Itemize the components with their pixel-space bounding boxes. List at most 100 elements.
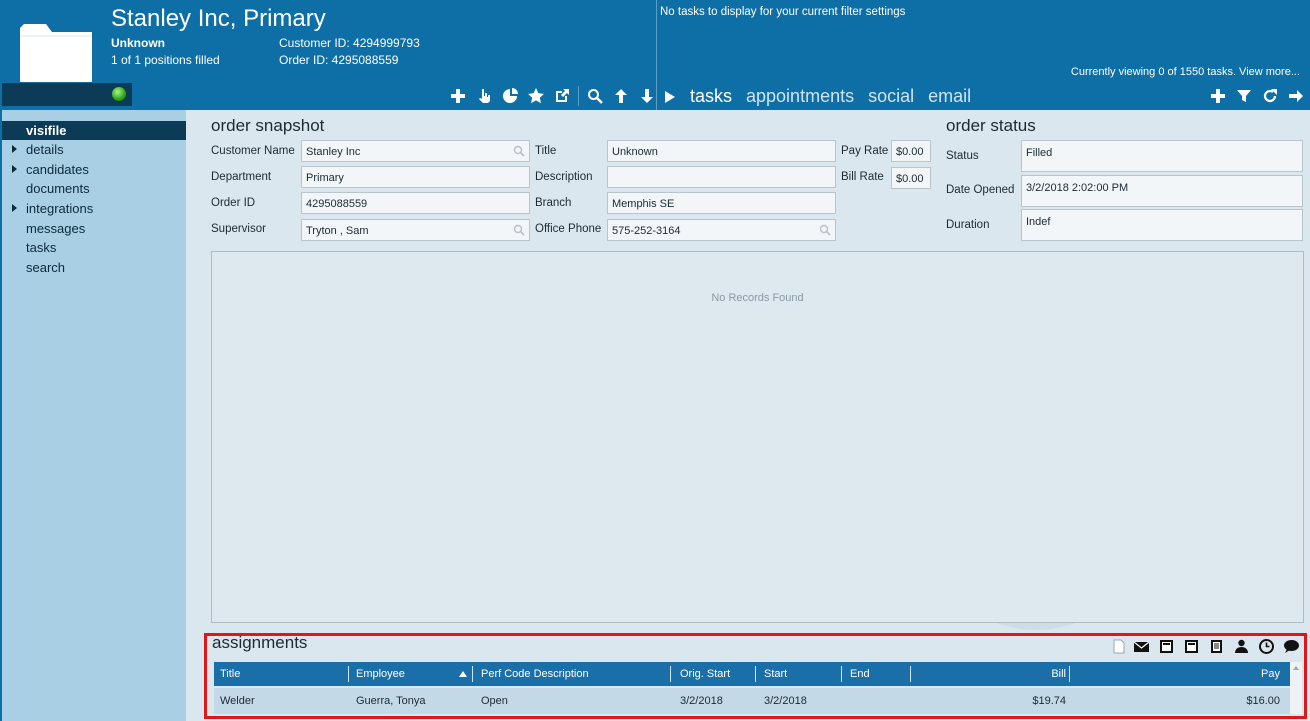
person-icon[interactable] (1233, 639, 1250, 654)
column-separator (670, 666, 671, 682)
date-opened-field[interactable]: 3/2/2018 2:02:00 PM (1021, 175, 1303, 207)
task-count-link[interactable]: Currently viewing 0 of 1550 tasks. View … (1071, 66, 1300, 78)
branch-field[interactable]: Memphis SE (607, 192, 836, 214)
supervisor-field[interactable]: Tryton , Sam (301, 219, 530, 241)
sidebar-item-visifile[interactable]: visifile (2, 121, 186, 140)
cell-perf-code: Open (481, 695, 508, 707)
sidebar-item-documents[interactable]: documents (2, 179, 186, 198)
tab-email[interactable]: email (928, 86, 971, 107)
sidebar-item-candidates[interactable]: candidates (2, 160, 186, 179)
tab-appointments[interactable]: appointments (746, 86, 854, 107)
pay-rate-field[interactable]: $0.00 (891, 140, 931, 162)
play-icon[interactable] (664, 90, 676, 104)
column-separator (841, 666, 842, 682)
col-perf-code-header[interactable]: Perf Code Description (481, 662, 589, 686)
office-phone-field[interactable]: 575-252-3164 (607, 219, 836, 241)
refresh-icon[interactable] (1260, 86, 1280, 106)
hand-pointer-icon[interactable] (474, 86, 494, 106)
col-start-header[interactable]: Start (764, 662, 787, 686)
department-label: Department (211, 171, 272, 183)
document-icon[interactable] (1113, 639, 1125, 654)
cell-orig-start: 3/2/2018 (680, 695, 723, 707)
status-field[interactable]: Filled (1021, 140, 1303, 172)
lookup-search-icon[interactable] (513, 145, 525, 157)
assignments-grid-header: Title Employee Perf Code Description Ori… (214, 662, 1290, 686)
status-label: Status (946, 150, 979, 162)
cell-employee: Guerra, Tonya (356, 695, 426, 707)
cell-start: 3/2/2018 (764, 695, 807, 707)
branch-label: Branch (535, 197, 572, 209)
sidebar-item-search[interactable]: search (2, 258, 186, 277)
header-bar: Stanley Inc, Primary Unknown 1 of 1 posi… (0, 0, 1310, 110)
col-employee-header[interactable]: Employee (356, 662, 405, 686)
table-row[interactable]: Welder Guerra, Tonya Open 3/2/2018 3/2/2… (214, 688, 1290, 714)
order-status-title: order status (946, 116, 1036, 135)
grid-scrollbar[interactable] (1290, 662, 1302, 714)
email-icon[interactable] (1133, 639, 1150, 654)
star-icon[interactable] (526, 86, 546, 106)
task-message: No tasks to display for your current fil… (660, 6, 906, 18)
record-toolbar (448, 86, 657, 108)
arrow-right-icon[interactable] (1286, 86, 1306, 106)
cell-bill: $19.74 (1032, 695, 1066, 707)
col-bill-header[interactable]: Bill (914, 662, 1066, 686)
column-separator (910, 666, 911, 682)
clock-icon[interactable] (1258, 639, 1275, 654)
col-end-header[interactable]: End (850, 662, 870, 686)
sidebar-item-messages[interactable]: messages (2, 219, 186, 238)
sort-ascending-icon[interactable] (459, 671, 467, 677)
scroll-up-icon[interactable] (1290, 663, 1302, 673)
expand-arrow-icon[interactable] (12, 165, 17, 173)
sidebar-item-integrations[interactable]: integrations (2, 199, 186, 218)
notepad-icon[interactable] (1208, 639, 1225, 654)
customer-id-text: Customer ID: 4294999793 (279, 36, 420, 50)
expand-arrow-icon[interactable] (12, 204, 17, 212)
form-icon[interactable] (1158, 639, 1175, 654)
arrow-down-icon[interactable] (637, 86, 657, 106)
arrow-up-icon[interactable] (611, 86, 631, 106)
lookup-search-icon[interactable] (819, 224, 831, 236)
customer-name-field[interactable]: Stanley Inc (301, 140, 530, 162)
col-orig-start-header[interactable]: Orig. Start (680, 662, 730, 686)
status-indicator-icon (112, 87, 126, 101)
bill-rate-label: Bill Rate (841, 171, 884, 183)
no-records-text: No Records Found (711, 292, 804, 304)
order-id-field[interactable]: 4295088559 (301, 192, 530, 214)
task-tabs: tasks appointments social email (664, 86, 971, 107)
task-toolbar (1208, 86, 1306, 106)
search-icon[interactable] (585, 86, 605, 106)
bill-rate-field[interactable]: $0.00 (891, 167, 931, 189)
main-content: order snapshot Customer Name Stanley Inc… (186, 110, 1310, 721)
assignments-panel: assignments Title Employee Perf Code Des… (204, 633, 1307, 719)
duration-field[interactable]: Indef (1021, 209, 1303, 241)
expand-arrow-icon[interactable] (12, 145, 17, 153)
col-pay-header[interactable]: Pay (1074, 662, 1280, 686)
title-field[interactable]: Unknown (607, 140, 836, 162)
filter-icon[interactable] (1234, 86, 1254, 106)
duration-label: Duration (946, 219, 990, 231)
add-icon[interactable] (448, 86, 468, 106)
sidebar: visifile details candidates documents in… (0, 110, 186, 721)
sidebar-item-tasks[interactable]: tasks (2, 238, 186, 257)
comment-icon[interactable] (1283, 639, 1300, 654)
order-id-text: Order ID: 4295088559 (279, 53, 399, 67)
department-field[interactable]: Primary (301, 166, 530, 188)
add-task-icon[interactable] (1208, 86, 1228, 106)
sidebar-item-details[interactable]: details (2, 140, 186, 159)
toolbar-separator (578, 86, 579, 106)
assignments-toolbar (1113, 639, 1300, 654)
description-label: Description (535, 171, 593, 183)
cell-pay: $16.00 (1246, 695, 1280, 707)
order-status-text: Unknown (111, 36, 165, 50)
pie-chart-icon[interactable] (500, 86, 520, 106)
assignments-title: assignments (212, 633, 308, 652)
messages-list: No Records Found (211, 251, 1304, 623)
positions-filled-text: 1 of 1 positions filled (111, 53, 220, 67)
external-link-icon[interactable] (552, 86, 572, 106)
lookup-search-icon[interactable] (513, 224, 525, 236)
tab-social[interactable]: social (868, 86, 914, 107)
description-field[interactable] (607, 166, 836, 188)
col-title-header[interactable]: Title (220, 662, 240, 686)
form-alt-icon[interactable] (1183, 639, 1200, 654)
tab-tasks[interactable]: tasks (690, 86, 732, 107)
